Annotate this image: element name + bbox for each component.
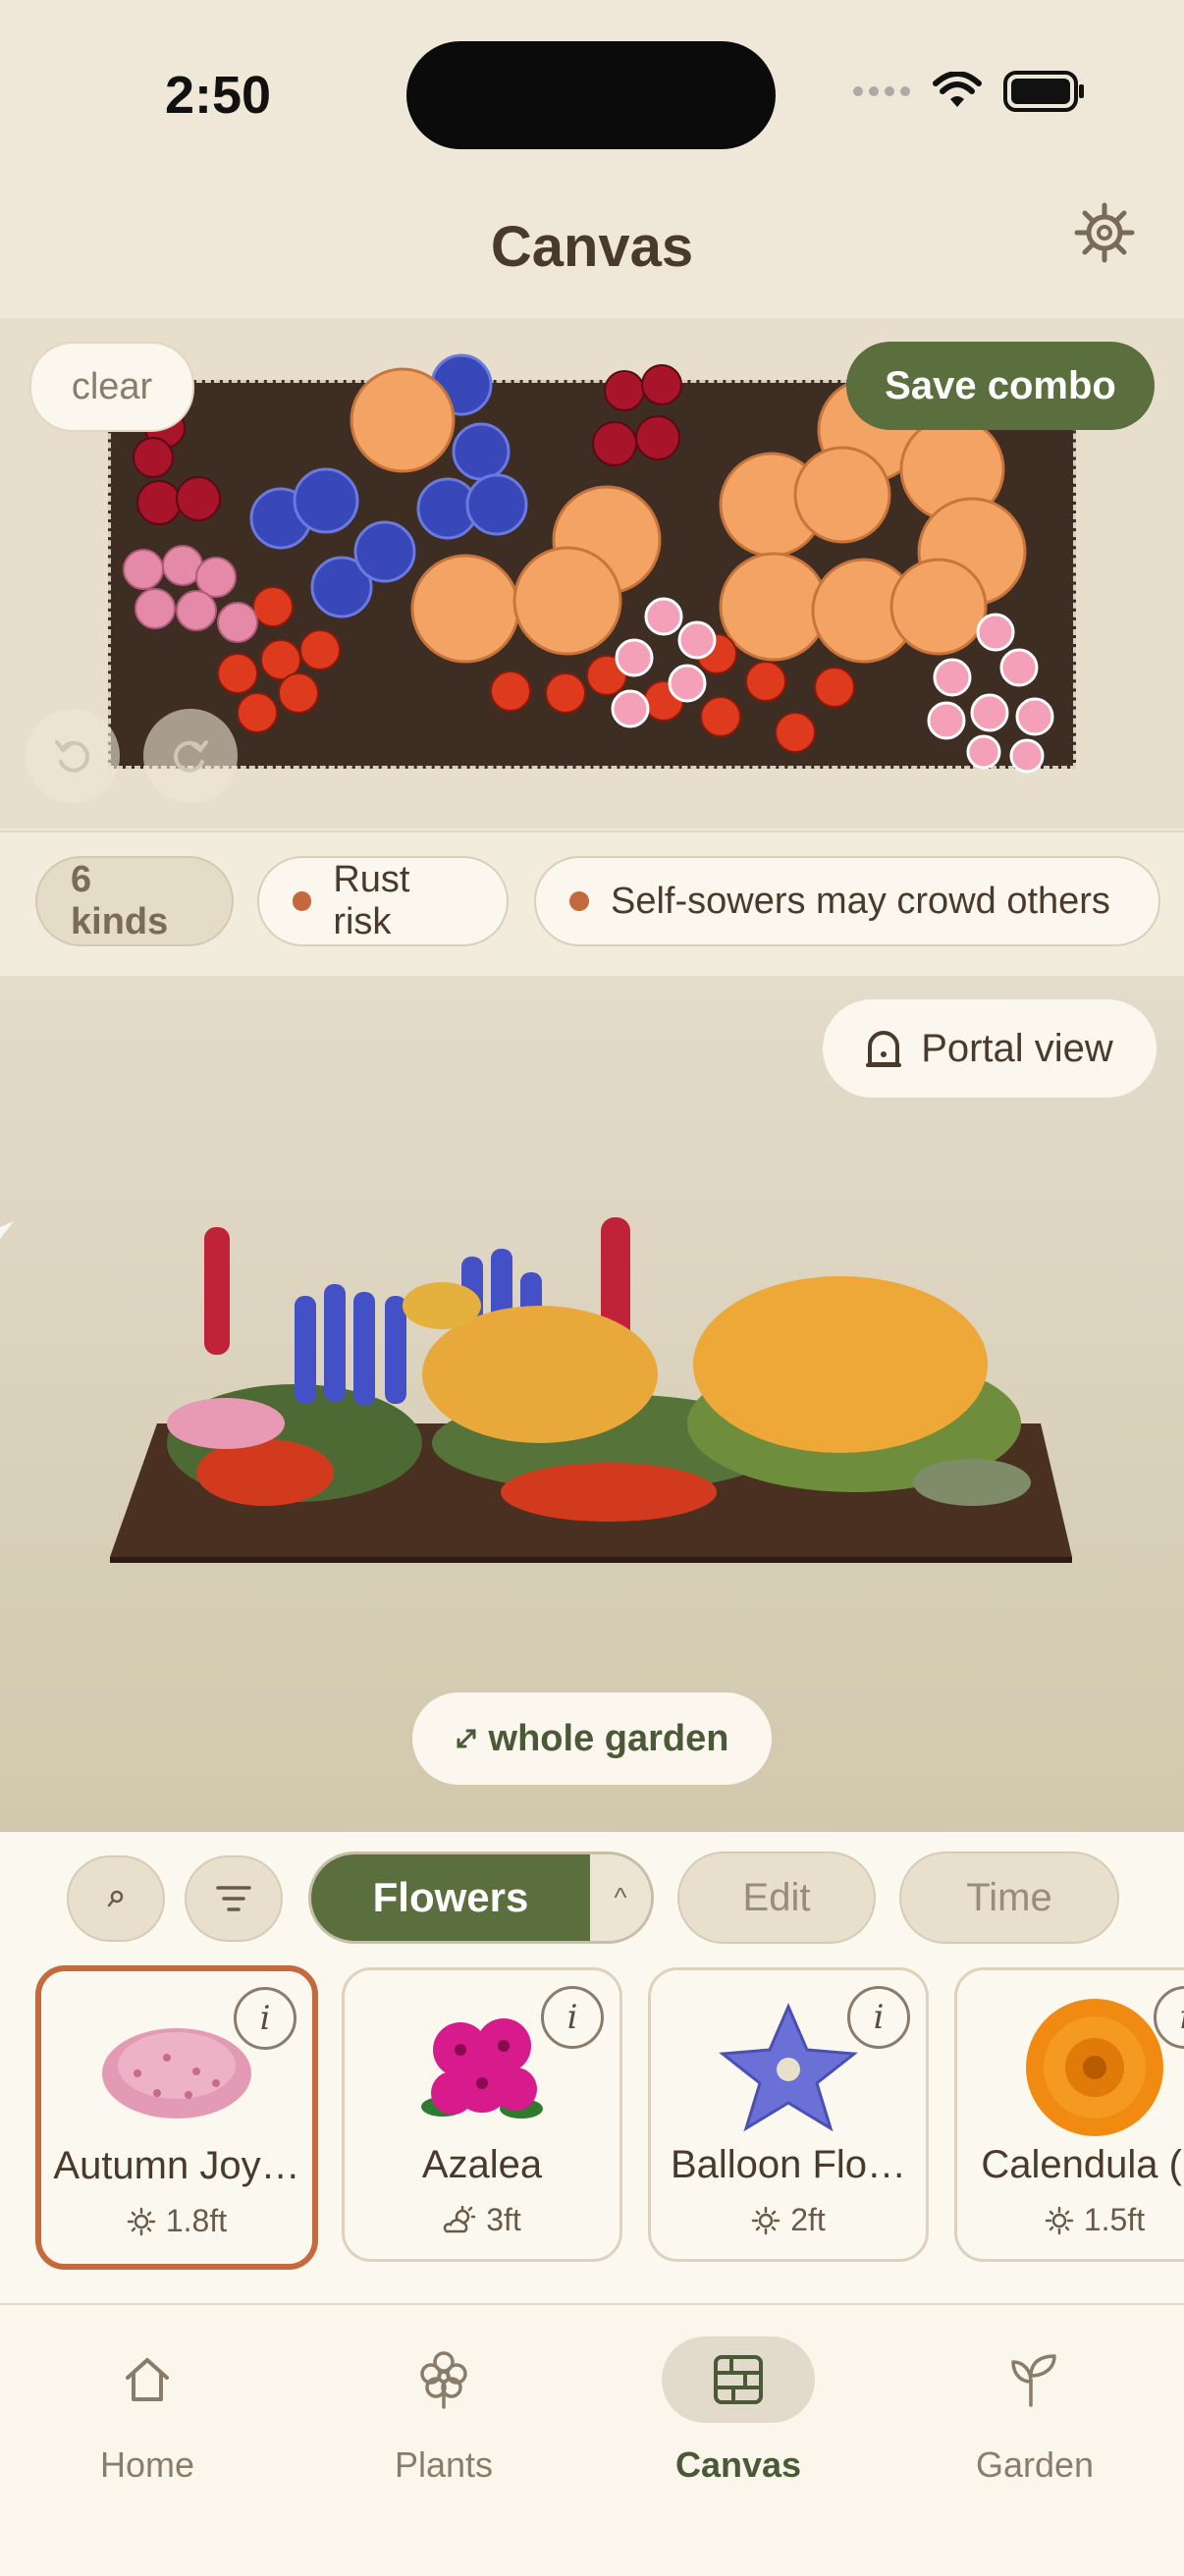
canvas-icon — [714, 2355, 763, 2404]
tab-canvas[interactable]: Canvas — [640, 2336, 836, 2486]
search-button[interactable] — [67, 1855, 165, 1942]
plant-name: Balloon Flo… — [670, 2143, 907, 2186]
plant-image — [957, 1994, 1184, 2141]
filter-button[interactable] — [185, 1855, 283, 1942]
category-flowers[interactable]: Flowers — [311, 1854, 590, 1941]
sedum-image — [102, 2028, 251, 2119]
warning-label: Self-sowers may crowd others — [611, 880, 1110, 922]
status-time: 2:50 — [165, 66, 272, 125]
azalea-image — [421, 2018, 543, 2119]
edit-button[interactable]: Edit — [677, 1852, 876, 1944]
sedum-cluster — [123, 545, 258, 643]
plant-height: 3ft — [486, 2202, 521, 2237]
gear-icon[interactable] — [1074, 202, 1135, 263]
tab-label: Home — [99, 2444, 195, 2485]
warning-dot-icon — [293, 891, 312, 911]
plant-name: Azalea — [421, 2143, 543, 2186]
plant-meta: 2ft — [651, 2202, 926, 2238]
warning-label: Rust risk — [333, 859, 410, 942]
tab-active-indicator — [662, 2336, 815, 2423]
flower-icon — [420, 2351, 467, 2409]
plant-card-calendula[interactable]: i Calendula (P 1.5ft — [954, 1967, 1184, 2262]
save-combo-button[interactable]: Save combo — [846, 342, 1155, 430]
redo-button[interactable] — [143, 709, 238, 803]
sun-icon — [1045, 2206, 1074, 2234]
plant-name: Calendula (P — [981, 2143, 1184, 2186]
partial-sun-icon — [443, 2205, 476, 2232]
garden-3d-render[interactable] — [0, 1158, 1184, 1590]
plant-height: 2ft — [790, 2202, 826, 2237]
tab-plants[interactable]: Plants — [346, 2336, 542, 2486]
expand-icon — [457, 1729, 476, 1748]
undo-icon — [55, 740, 89, 773]
redo-icon — [174, 740, 208, 773]
warning-tag-rust[interactable]: Rust risk — [257, 856, 509, 946]
portal-view-button[interactable]: Portal view — [823, 999, 1157, 1098]
sprout-icon — [1011, 2354, 1056, 2407]
clear-button[interactable]: clear — [29, 342, 194, 432]
cellular-icon — [853, 86, 910, 96]
plant-info-button[interactable]: i — [541, 1986, 604, 2049]
tab-label: Garden — [975, 2444, 1095, 2485]
plant-card-autumn-joy[interactable]: i Autumn Joy… 1.8ft — [35, 1965, 318, 2270]
plant-meta: 1.8ft — [41, 2203, 312, 2239]
balloon-flower-image — [719, 2003, 858, 2132]
dynamic-island — [406, 41, 776, 149]
warning-tag-self-sowers[interactable]: Self-sowers may crowd others — [534, 856, 1160, 946]
tab-label: Canvas — [674, 2444, 802, 2485]
plant-height: 1.8ft — [165, 2203, 228, 2238]
warning-dot-icon — [569, 891, 589, 911]
filter-icon — [216, 1886, 251, 1911]
category-selector[interactable]: Flowers ^ — [308, 1852, 654, 1944]
calendula-image — [1026, 1999, 1163, 2136]
tab-garden[interactable]: Garden — [937, 2336, 1133, 2486]
whole-garden-button[interactable]: whole garden — [412, 1692, 772, 1785]
portal-view-label: Portal view — [921, 1026, 1113, 1070]
undo-button[interactable] — [26, 709, 120, 803]
plant-meta: 3ft — [345, 2202, 619, 2238]
time-button[interactable]: Time — [899, 1852, 1119, 1944]
category-caret-button[interactable]: ^ — [590, 1854, 651, 1941]
home-icon — [126, 2358, 169, 2401]
search-icon — [107, 1890, 124, 1907]
plant-meta: 1.5ft — [957, 2202, 1184, 2238]
battery-icon — [1003, 71, 1084, 112]
kinds-count-badge[interactable]: 6 kinds — [35, 856, 234, 946]
status-icons — [852, 71, 1086, 112]
sun-icon — [127, 2207, 156, 2235]
sun-icon — [751, 2206, 780, 2234]
plant-card-azalea[interactable]: i Azalea 3ft — [342, 1967, 622, 2262]
wifi-icon — [933, 72, 982, 107]
page-title: Canvas — [490, 215, 694, 279]
plant-info-button[interactable]: i — [847, 1986, 910, 2049]
plant-height: 1.5ft — [1083, 2202, 1146, 2237]
portal-icon — [866, 1031, 902, 1067]
tab-label: Plants — [394, 2444, 494, 2485]
whole-garden-label: whole garden — [488, 1717, 729, 1759]
plant-name: Autumn Joy… — [53, 2144, 300, 2187]
plant-info-button[interactable]: i — [234, 1987, 296, 2050]
tab-home[interactable]: Home — [49, 2336, 245, 2486]
plant-card-balloon-flower[interactable]: i Balloon Flo… 2ft — [648, 1967, 929, 2262]
